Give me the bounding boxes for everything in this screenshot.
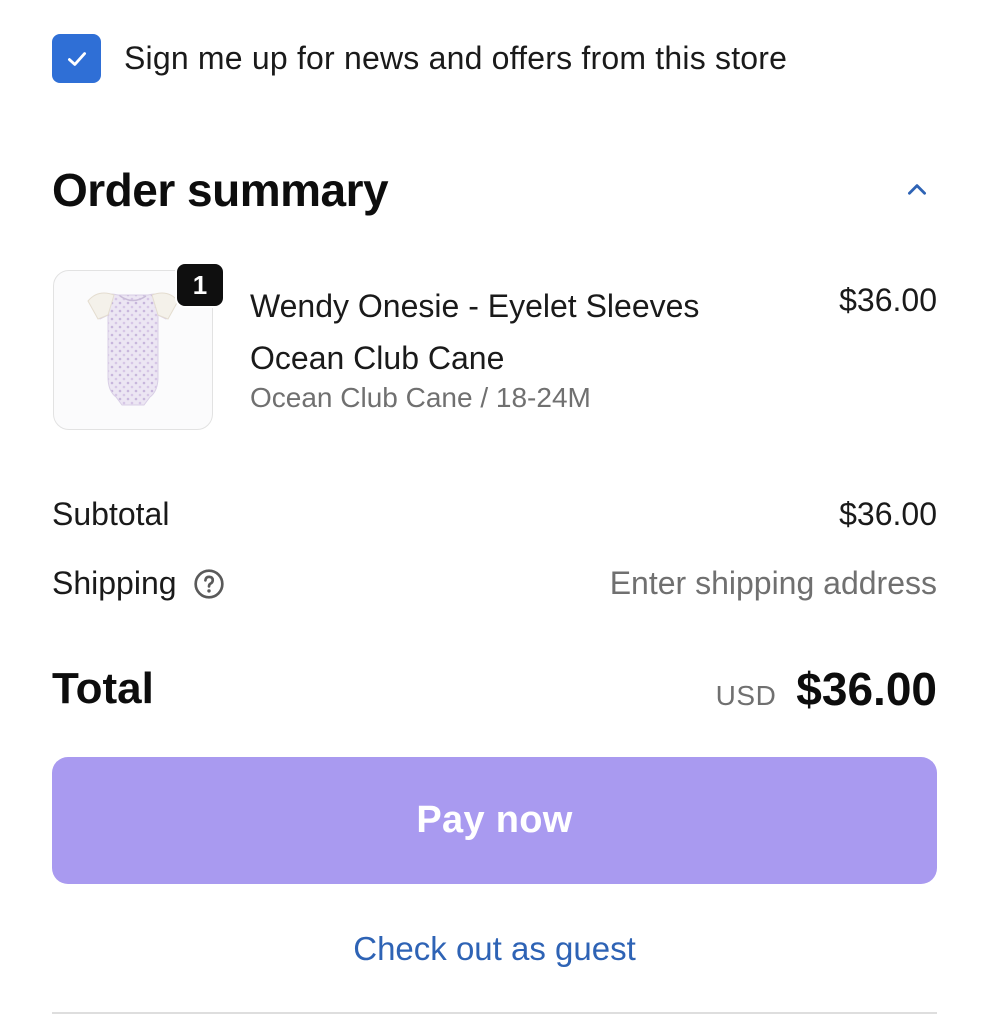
shipping-row: Shipping Enter shipping address <box>52 565 937 602</box>
newsletter-checkbox[interactable] <box>52 34 101 83</box>
total-amount: $36.00 <box>796 663 937 715</box>
product-variant: Ocean Club Cane / 18-24M <box>250 382 591 413</box>
divider <box>52 1012 937 1014</box>
shipping-label-group: Shipping <box>52 565 225 602</box>
newsletter-label[interactable]: Sign me up for news and offers from this… <box>124 40 787 77</box>
total-row: Total USD $36.00 <box>52 662 937 716</box>
newsletter-opt-in[interactable]: Sign me up for news and offers from this… <box>52 34 787 83</box>
checkout-page: Sign me up for news and offers from this… <box>0 0 989 1024</box>
product-thumbnail: 1 <box>53 262 225 430</box>
subtotal-row: Subtotal $36.00 <box>52 496 937 533</box>
collapse-summary-button[interactable] <box>897 170 937 210</box>
shipping-label: Shipping <box>52 565 177 601</box>
chevron-up-icon <box>908 184 926 195</box>
product-name: Wendy Onesie - Eyelet Sleeves Ocean Club… <box>250 288 700 376</box>
product-price: $36.00 <box>839 282 937 318</box>
order-summary-title: Order summary <box>52 164 389 216</box>
total-amount-group: USD $36.00 <box>716 662 937 716</box>
total-label: Total <box>52 664 154 713</box>
quantity-badge: 1 <box>175 262 225 308</box>
help-circle-icon[interactable] <box>193 568 225 600</box>
subtotal-label: Subtotal <box>52 496 170 532</box>
order-summary-header[interactable]: Order summary <box>52 163 937 217</box>
checkmark-icon <box>67 51 86 66</box>
shipping-value: Enter shipping address <box>609 565 937 601</box>
checkout-as-guest-link[interactable]: Check out as guest <box>0 930 989 968</box>
pay-now-button[interactable]: Pay now <box>52 757 937 884</box>
currency-code: USD <box>715 680 777 711</box>
onesie-image-icon <box>87 292 179 406</box>
subtotal-value: $36.00 <box>839 496 937 532</box>
